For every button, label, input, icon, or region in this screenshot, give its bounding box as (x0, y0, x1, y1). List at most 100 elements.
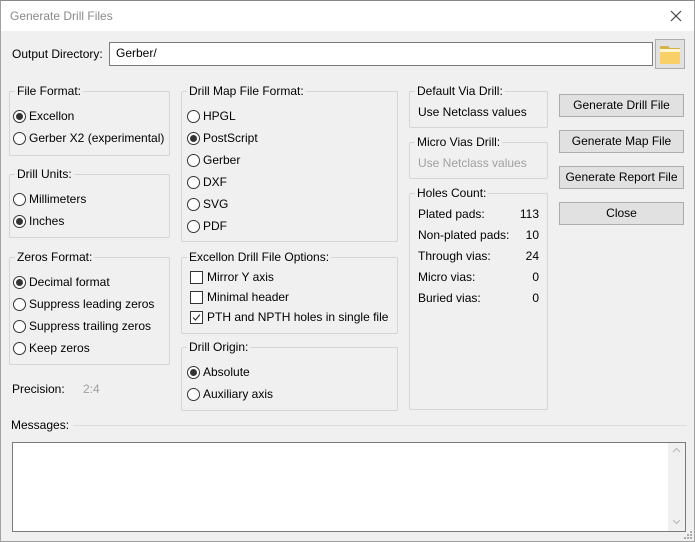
radio-button[interactable] (13, 341, 26, 355)
radio-button[interactable] (187, 387, 200, 401)
radio-button[interactable] (187, 365, 200, 379)
holes-row-value: 0 (532, 270, 539, 284)
radio-label: Excellon (29, 109, 75, 123)
radio-absolute[interactable]: Absolute (187, 365, 250, 379)
radio-button[interactable] (13, 131, 26, 145)
radio-excellon[interactable]: Excellon (13, 109, 74, 123)
messages-textarea[interactable] (12, 442, 686, 532)
close-window-button[interactable] (666, 6, 686, 26)
radio-label: Gerber (203, 153, 241, 167)
close-icon (670, 10, 682, 22)
precision-value: 2:4 (83, 382, 100, 396)
checkbox-minimal-header[interactable]: Minimal header (190, 290, 289, 304)
radio-decimal-format[interactable]: Decimal format (13, 275, 110, 289)
drill-origin-group: Drill Origin: Absolute Auxiliary axis (181, 340, 398, 411)
default-via-drill-title: Default Via Drill: (415, 84, 505, 98)
checkbox[interactable] (190, 290, 203, 304)
radio-keep-zeros[interactable]: Keep zeros (13, 341, 90, 355)
drill-units-title: Drill Units: (15, 167, 74, 181)
holes-row-label: Non-plated pads: (418, 228, 510, 242)
radio-gerber-x2[interactable]: Gerber X2 (experimental) (13, 131, 164, 145)
output-directory-input[interactable]: Gerber/ (109, 42, 653, 66)
checkbox-mirror-y[interactable]: Mirror Y axis (190, 270, 274, 284)
micro-vias-drill-value: Use Netclass values (418, 156, 527, 170)
checkbox-pth-npth-single[interactable]: PTH and NPTH holes in single file (190, 310, 388, 324)
holes-count-title: Holes Count: (415, 186, 489, 200)
window-title: Generate Drill Files (10, 9, 113, 23)
zeros-format-title: Zeros Format: (15, 250, 95, 264)
radio-pdf[interactable]: PDF (187, 219, 227, 233)
radio-hpgl[interactable]: HPGL (187, 109, 236, 123)
default-via-drill-value: Use Netclass values (418, 105, 527, 119)
file-format-title: File Format: (15, 84, 84, 98)
holes-row-label: Buried vias: (418, 291, 481, 305)
radio-dxf[interactable]: DXF (187, 175, 227, 189)
radio-gerber[interactable]: Gerber (187, 153, 240, 167)
title-bar: Generate Drill Files (1, 1, 694, 31)
drill-map-format-group: Drill Map File Format: HPGL PostScript G… (181, 84, 398, 242)
drill-map-format-title: Drill Map File Format: (187, 84, 306, 98)
precision-label: Precision: (12, 382, 65, 396)
checkbox-label: Mirror Y axis (207, 270, 274, 284)
radio-postscript[interactable]: PostScript (187, 131, 258, 145)
output-directory-label: Output Directory: (12, 47, 103, 61)
default-via-drill-group: Default Via Drill: Use Netclass values (409, 84, 548, 128)
radio-label: Suppress leading zeros (29, 297, 155, 311)
file-format-group: File Format: Excellon Gerber X2 (experim… (9, 84, 170, 156)
checkbox[interactable] (190, 270, 203, 284)
resize-grip-icon[interactable] (683, 530, 693, 540)
holes-row-label: Micro vias: (418, 270, 476, 284)
messages-divider (73, 425, 687, 426)
radio-button[interactable] (187, 153, 200, 167)
radio-button[interactable] (13, 109, 26, 123)
radio-button[interactable] (13, 297, 26, 311)
close-button[interactable]: Close (559, 202, 684, 225)
radio-label: Suppress trailing zeros (29, 319, 152, 333)
generate-report-file-button[interactable]: Generate Report File (559, 166, 684, 189)
radio-millimeters[interactable]: Millimeters (13, 192, 86, 206)
radio-button[interactable] (187, 197, 200, 211)
excellon-options-group: Excellon Drill File Options: Mirror Y ax… (181, 250, 398, 334)
browse-folder-button[interactable] (655, 39, 685, 69)
radio-inches[interactable]: Inches (13, 214, 64, 228)
checkbox-label: Minimal header (207, 290, 290, 304)
checkbox[interactable] (190, 310, 203, 324)
micro-vias-drill-title: Micro Vias Drill: (415, 135, 503, 149)
radio-suppress-leading[interactable]: Suppress leading zeros (13, 297, 154, 311)
radio-auxiliary-axis[interactable]: Auxiliary axis (187, 387, 273, 401)
radio-label: Gerber X2 (experimental) (29, 131, 165, 145)
generate-map-file-button[interactable]: Generate Map File (559, 130, 684, 153)
checkmark-icon (192, 313, 201, 321)
drill-units-group: Drill Units: Millimeters Inches (9, 167, 170, 238)
radio-suppress-trailing[interactable]: Suppress trailing zeros (13, 319, 151, 333)
holes-row-value: 0 (532, 291, 539, 305)
radio-label: Inches (29, 214, 65, 228)
scroll-up-icon[interactable] (672, 447, 681, 453)
holes-row-value: 10 (525, 228, 539, 242)
holes-row-value: 24 (525, 249, 539, 263)
radio-button[interactable] (187, 219, 200, 233)
radio-button[interactable] (13, 275, 26, 289)
radio-button[interactable] (187, 109, 200, 123)
scroll-down-icon[interactable] (672, 519, 681, 525)
folder-icon (660, 46, 680, 64)
radio-svg[interactable]: SVG (187, 197, 228, 211)
holes-row-value: 113 (519, 207, 539, 221)
checkbox-label: PTH and NPTH holes in single file (207, 310, 389, 324)
radio-label: Decimal format (29, 275, 110, 289)
radio-button[interactable] (13, 192, 26, 206)
micro-vias-drill-group: Micro Vias Drill: Use Netclass values (409, 135, 548, 179)
radio-button[interactable] (13, 214, 26, 228)
holes-row-label: Through vias: (418, 249, 491, 263)
excellon-options-title: Excellon Drill File Options: (187, 250, 332, 264)
radio-label: Millimeters (29, 192, 87, 206)
messages-scrollbar[interactable] (668, 443, 685, 531)
radio-button[interactable] (13, 319, 26, 333)
generate-drill-file-button[interactable]: Generate Drill File (559, 94, 684, 117)
messages-label: Messages: (11, 418, 70, 432)
radio-button[interactable] (187, 175, 200, 189)
radio-label: SVG (203, 197, 229, 211)
radio-label: Absolute (203, 365, 250, 379)
radio-button[interactable] (187, 131, 200, 145)
radio-label: DXF (203, 175, 227, 189)
